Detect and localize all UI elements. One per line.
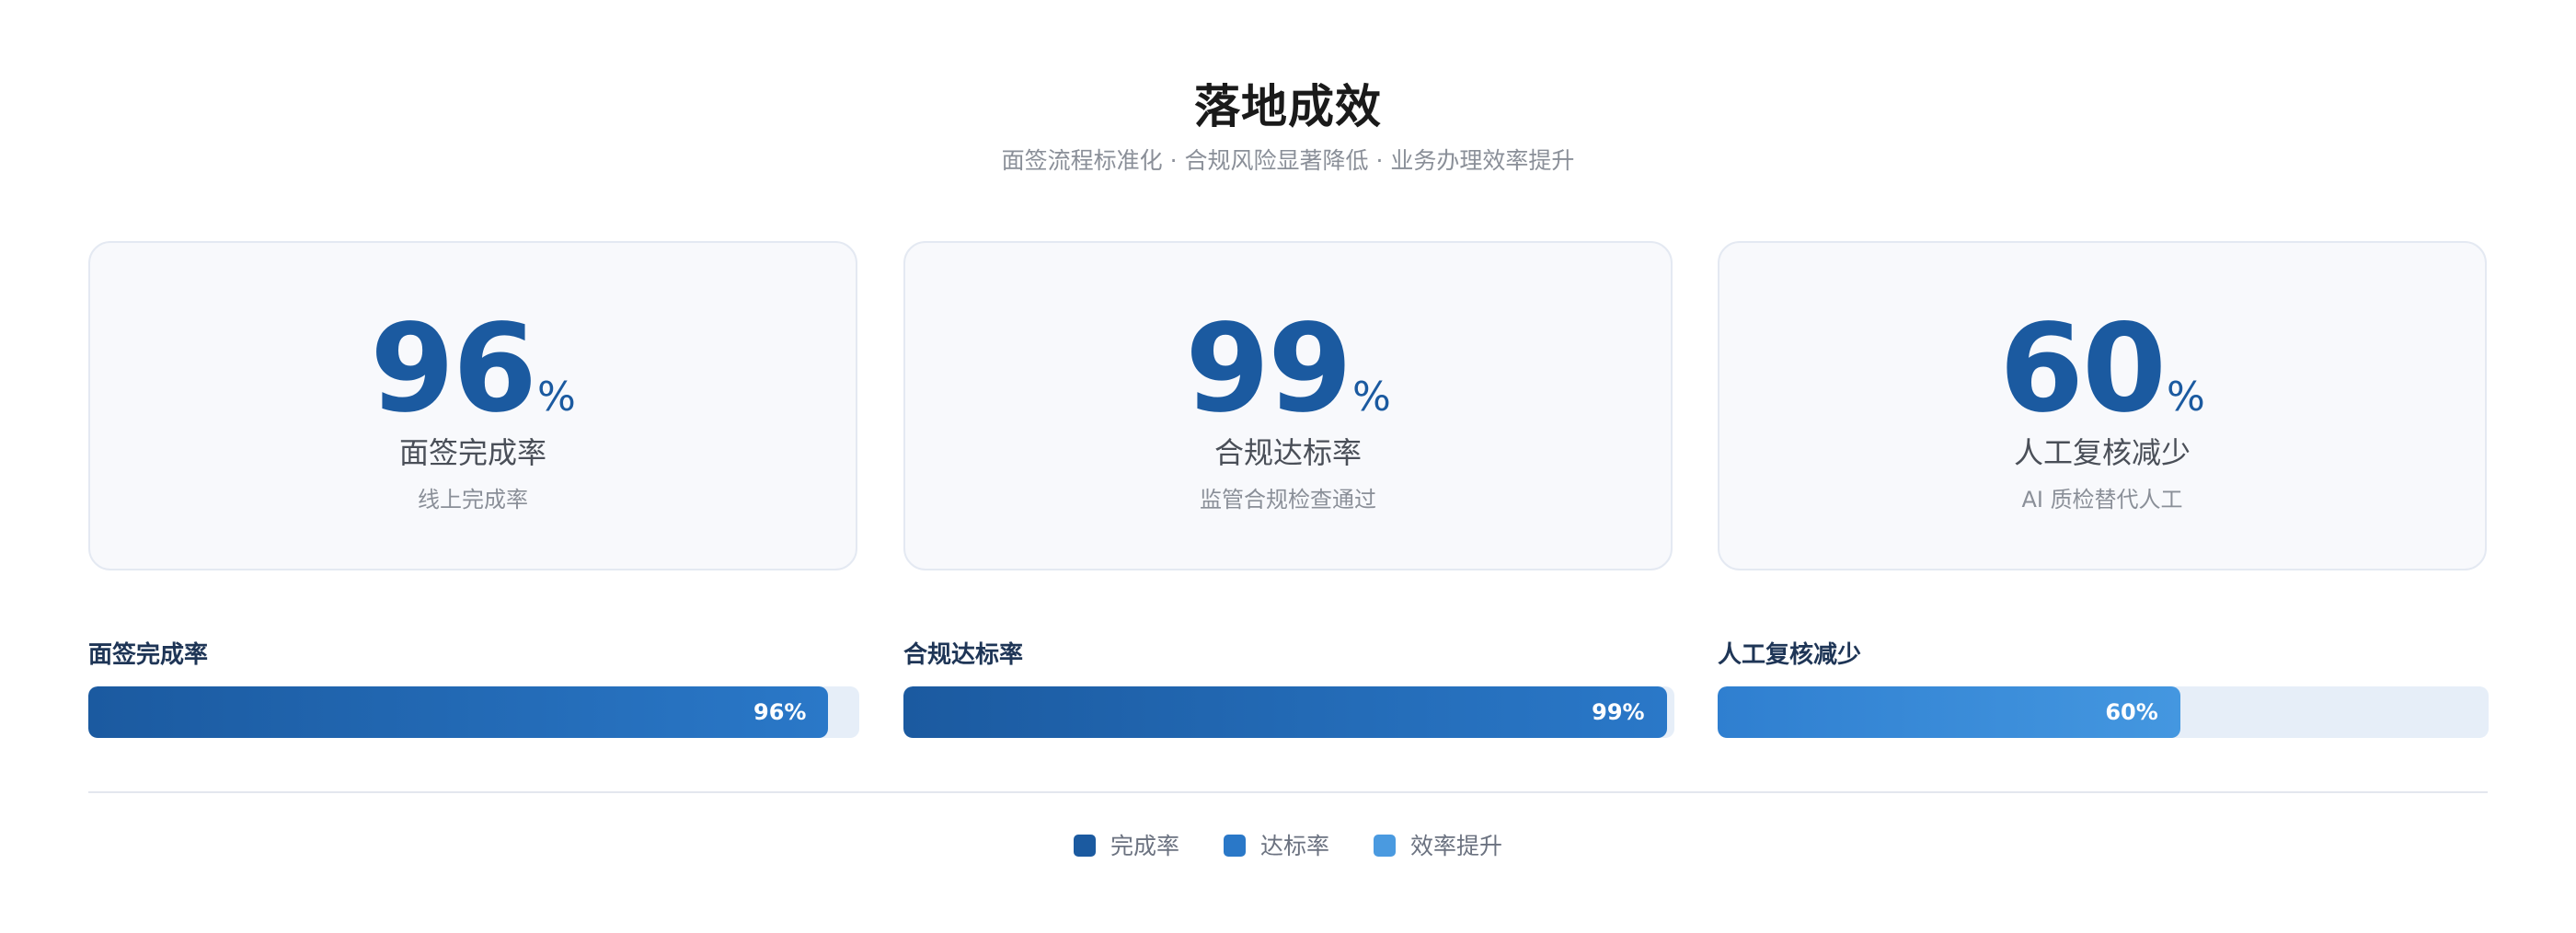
legend-swatch [1374, 835, 1396, 857]
stat-label: 人工复核减少 [2013, 435, 2191, 470]
stat-sublabel: AI 质检替代人工 [2021, 487, 2183, 513]
bar-value-label: 96% [753, 699, 807, 725]
bar-category-label: 面签完成率 [88, 641, 209, 669]
bar-group-completion: 面签完成率 96% [88, 637, 859, 738]
stat-card-review-reduction: 60% 人工复核减少 AI 质检替代人工 [1718, 241, 2487, 570]
stat-unit: % [2166, 374, 2205, 420]
bar-track: 60% [1718, 686, 2489, 738]
stat-value-row: 99% [905, 308, 1671, 430]
bar-value-label: 99% [1592, 699, 1645, 725]
page-title: 落地成效 [1194, 80, 1382, 133]
stat-value: 99 [1185, 298, 1352, 440]
stat-sublabel: 线上完成率 [418, 487, 528, 513]
stat-sublabel: 监管合规检查通过 [1200, 487, 1376, 513]
legend-swatch [1073, 835, 1096, 857]
legend-item: 完成率 [1073, 828, 1179, 865]
bar-track: 96% [88, 686, 859, 738]
bar-fill: 99% [903, 686, 1667, 738]
bar-value-label: 60% [2105, 699, 2158, 725]
page: 落地成效 面签流程标准化 · 合规风险显著降低 · 业务办理效率提升 96% 面… [0, 0, 2576, 933]
legend-label: 效率提升 [1410, 833, 1503, 859]
bar-fill: 60% [1718, 686, 2180, 738]
chart-legend: 完成率 达标率 效率提升 [0, 828, 2576, 865]
stat-label: 面签完成率 [398, 435, 546, 470]
stat-value: 96 [370, 298, 537, 440]
bar-track: 99% [903, 686, 1674, 738]
page-subtitle: 面签流程标准化 · 合规风险显著降低 · 业务办理效率提升 [1001, 147, 1575, 174]
stat-label: 合规达标率 [1213, 435, 1362, 470]
bar-category-label: 人工复核减少 [1718, 641, 1862, 669]
bar-group-compliance: 合规达标率 99% [903, 637, 1674, 738]
stat-value-row: 60% [1719, 308, 2485, 430]
stat-unit: % [1351, 374, 1391, 420]
bar-fill: 96% [88, 686, 829, 738]
legend-label: 达标率 [1259, 833, 1329, 859]
bar-group-review-reduction: 人工复核减少 60% [1718, 637, 2489, 738]
divider [88, 791, 2488, 793]
legend-label: 完成率 [1110, 833, 1179, 859]
stat-value: 60 [1999, 298, 2167, 440]
stat-value-row: 96% [90, 308, 856, 430]
legend-swatch [1223, 835, 1246, 857]
bar-category-label: 合规达标率 [903, 641, 1024, 669]
legend-item: 达标率 [1223, 828, 1329, 865]
stat-card-compliance: 99% 合规达标率 监管合规检查通过 [903, 241, 1673, 570]
stat-card-completion: 96% 面签完成率 线上完成率 [88, 241, 857, 570]
stat-unit: % [536, 374, 576, 420]
legend-item: 效率提升 [1374, 828, 1502, 865]
